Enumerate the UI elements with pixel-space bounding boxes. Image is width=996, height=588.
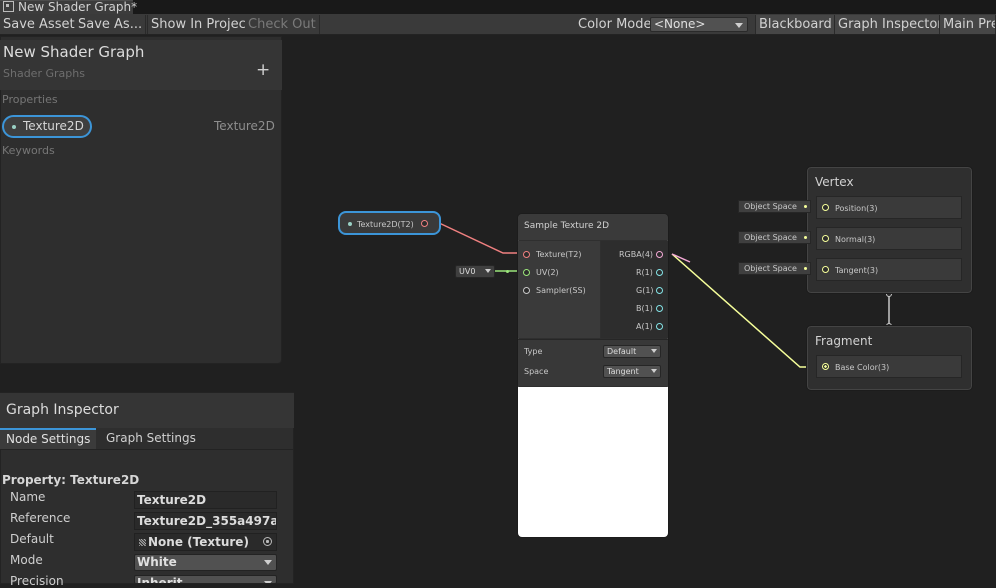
connector-dot [804, 267, 807, 270]
rgba-output-port-icon[interactable] [656, 251, 663, 258]
r-output-port-icon[interactable] [656, 269, 663, 276]
output-port-icon[interactable] [421, 220, 428, 227]
position-label: Position(3) [835, 204, 878, 213]
space-label: Space [524, 367, 549, 376]
normal-label: Normal(3) [835, 235, 876, 244]
output-rgba-label: RGBA(4) [619, 250, 654, 259]
connector-dot [804, 205, 807, 208]
output-g-label: G(1) [636, 286, 654, 295]
uv-input-port-icon[interactable] [523, 269, 530, 276]
type-value: Default [607, 347, 637, 356]
g-output-port-icon[interactable] [656, 287, 663, 294]
base-color-label: Base Color(3) [835, 363, 890, 372]
property-node-label: Texture2D(T2) [357, 220, 414, 229]
connector-dot [804, 236, 807, 239]
input-uv-label: UV(2) [536, 268, 559, 277]
normal-port-icon[interactable] [822, 235, 829, 242]
object-space-tag-position[interactable]: Object Space [738, 200, 811, 213]
uv-channel-dropdown[interactable]: UV0 [455, 265, 495, 278]
wire-rgba-start [671, 253, 691, 263]
fragment-title: Fragment [815, 334, 873, 348]
vertex-title: Vertex [815, 175, 854, 189]
object-space-tag-tangent[interactable]: Object Space [738, 262, 811, 275]
node-preview [518, 387, 668, 537]
wire-texture [436, 221, 522, 254]
chevron-down-icon [651, 369, 657, 373]
uv-value: UV0 [459, 267, 476, 276]
output-b-label: B(1) [636, 304, 653, 313]
input-sampler-label: Sampler(SS) [536, 286, 586, 295]
tangent-label: Tangent(3) [835, 266, 879, 275]
output-r-label: R(1) [636, 268, 653, 277]
texture-dot-icon [348, 222, 352, 226]
base-color-port-icon[interactable] [822, 363, 829, 370]
input-texture-label: Texture(T2) [536, 250, 582, 259]
object-space-tag-normal[interactable]: Object Space [738, 231, 811, 244]
type-dropdown[interactable]: Default [603, 345, 661, 358]
position-port-icon[interactable] [822, 204, 829, 211]
chevron-down-icon [651, 349, 657, 353]
texture-input-port-icon[interactable] [523, 251, 530, 258]
output-a-label: A(1) [636, 322, 653, 331]
sampler-input-port-icon[interactable] [523, 287, 530, 294]
type-label: Type [524, 347, 543, 356]
tangent-port-icon[interactable] [822, 266, 829, 273]
space-value: Tangent [607, 367, 639, 376]
node-title: Sample Texture 2D [524, 221, 610, 231]
space-dropdown[interactable]: Tangent [603, 365, 661, 378]
uv-connector-dot [506, 270, 509, 273]
chevron-down-icon [485, 269, 491, 273]
property-node[interactable]: Texture2D(T2) [338, 211, 441, 235]
b-output-port-icon[interactable] [656, 305, 663, 312]
a-output-port-icon[interactable] [656, 323, 663, 330]
